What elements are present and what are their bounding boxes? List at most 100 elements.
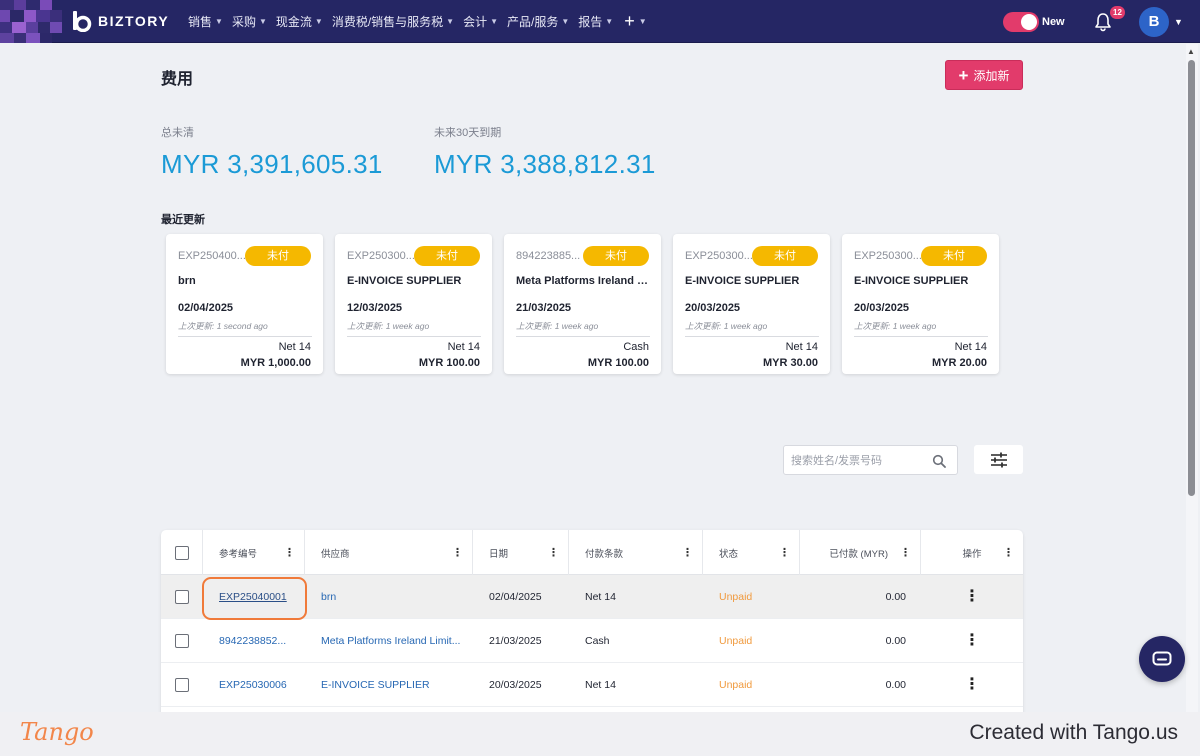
due-30-days-summary: 未来30天到期 MYR 3,388,812.31 [434,124,656,180]
recent-expense-card[interactable]: EXP250300... 未付 E-INVOICE SUPPLIER 20/03… [673,234,830,374]
card-payment-term: Net 14 [278,341,311,353]
card-vendor: brn [178,275,196,287]
search-icon[interactable] [932,454,946,468]
column-menu-icon[interactable]: ⋮ [779,546,790,559]
row-payment-term: Net 14 [585,679,616,691]
card-vendor: Meta Platforms Ireland Li... [516,275,650,287]
row-select-cell [161,619,203,663]
row-date: 20/03/2025 [489,679,542,691]
table-row[interactable]: EXP25030006 E-INVOICE SUPPLIER 20/03/202… [161,663,1023,707]
column-header-label: 日期 [489,548,509,560]
card-amount: MYR 100.00 [587,357,649,369]
tango-footer: Tango Created with Tango.us [0,712,1200,756]
nav-item-sales[interactable]: 销售 ▼ [188,13,223,30]
more-options-icon[interactable]: ⋮ [964,677,980,693]
column-header-label: 参考编号 [219,548,258,560]
reference-link[interactable]: 8942238852... [219,635,286,647]
column-header-actions[interactable]: 操作 ⋮ [921,530,1023,575]
reference-link[interactable]: EXP25030006 [219,679,287,691]
row-checkbox[interactable] [175,634,189,648]
created-with-tango-text: Created with Tango.us [969,721,1178,744]
nav-quick-add-button[interactable]: + ▼ [624,11,646,32]
chat-icon [1152,651,1172,666]
card-amount: MYR 30.00 [762,357,818,369]
column-menu-icon[interactable]: ⋮ [452,546,463,559]
nav-item-label: 会计 [463,15,488,29]
column-menu-icon[interactable]: ⋮ [548,546,559,559]
column-menu-icon[interactable]: ⋮ [284,546,295,559]
new-ui-toggle[interactable] [1003,12,1039,32]
card-vendor: E-INVOICE SUPPLIER [685,275,800,287]
recent-updates-title: 最近更新 [161,214,205,226]
column-header-label: 付款条款 [585,548,624,560]
card-reference: 894223885... [516,250,581,262]
card-date: 12/03/2025 [347,302,403,314]
chevron-down-icon: ▼ [561,17,570,26]
card-date: 21/03/2025 [516,302,572,314]
nav-item-label: 现金流 [275,15,312,29]
column-menu-icon[interactable]: ⋮ [682,546,693,559]
scroll-up-arrow-icon[interactable]: ▲ [1187,47,1195,56]
vendor-link[interactable]: Meta Platforms Ireland Limit... [321,635,460,647]
filter-button[interactable] [974,445,1023,474]
column-header-reference[interactable]: 参考编号 ⋮ [203,530,305,575]
nav-item-label: 报告 [578,15,603,29]
card-payment-term: Cash [623,341,649,353]
nav-item-accounting[interactable]: 会计 ▼ [463,13,498,30]
column-header-label: 状态 [719,548,739,560]
nav-item-tax[interactable]: 消费税/销售与服务税 ▼ [332,13,454,30]
row-vendor-cell: E-INVOICE SUPPLIER [321,663,471,707]
recent-expense-card[interactable]: EXP250400... 未付 brn 02/04/2025 上次更新: 1 s… [166,234,323,374]
nav-item-reports[interactable]: 报告 ▼ [578,13,613,30]
chevron-down-icon: ▼ [605,17,614,26]
more-options-icon[interactable]: ⋮ [964,589,980,605]
recent-expense-card[interactable]: EXP250300... 未付 E-INVOICE SUPPLIER 12/03… [335,234,492,374]
row-payment-term: Net 14 [585,591,616,603]
card-payment-term: Net 14 [954,341,987,353]
search-input[interactable] [791,452,931,469]
column-header-date[interactable]: 日期 ⋮ [473,530,569,575]
table-header: 参考编号 ⋮ 供应商 ⋮ 日期 ⋮ 付款条款 ⋮ 状态 ⋮ 已付款 (MYR) … [161,530,1023,575]
row-checkbox[interactable] [175,590,189,604]
row-reference-cell: EXP25030006 [219,663,287,707]
row-checkbox[interactable] [175,678,189,692]
status-badge: 未付 [583,246,649,266]
total-outstanding-label: 总未清 [161,127,194,139]
column-header-paid[interactable]: 已付款 (MYR) ⋮ [800,530,921,575]
tango-logo: Tango [20,718,94,746]
search-box [783,445,958,475]
nav-item-purchases[interactable]: 采购 ▼ [232,13,267,30]
column-header-status[interactable]: 状态 ⋮ [703,530,800,575]
vendor-link[interactable]: E-INVOICE SUPPLIER [321,679,430,691]
card-amount: MYR 100.00 [418,357,480,369]
page-title: 费用 [161,71,194,88]
recent-expense-card[interactable]: EXP250300... 未付 E-INVOICE SUPPLIER 20/03… [842,234,999,374]
column-menu-icon[interactable]: ⋮ [1003,546,1014,559]
nav-item-cashflow[interactable]: 现金流 ▼ [276,13,323,30]
add-new-expense-button[interactable]: + 添加新 [945,60,1023,90]
card-payment-term: Net 14 [785,341,818,353]
vendor-link[interactable]: brn [321,591,336,603]
chevron-down-icon: ▼ [490,17,499,26]
tango-click-highlight [202,577,307,620]
nav-item-label: 消费税/销售与服务税 [331,15,444,29]
column-header-payment-terms[interactable]: 付款条款 ⋮ [569,530,703,575]
user-avatar[interactable]: B [1139,7,1169,37]
chevron-down-icon[interactable]: ▼ [1174,17,1183,27]
recent-expense-card[interactable]: 894223885... 未付 Meta Platforms Ireland L… [504,234,661,374]
card-reference: EXP250300... [347,250,415,262]
card-last-updated: 上次更新: 1 week ago [685,320,819,337]
card-reference: EXP250300... [685,250,753,262]
row-select-cell [161,575,203,619]
row-select-cell [161,663,203,707]
table-row[interactable]: 8942238852... Meta Platforms Ireland Lim… [161,619,1023,663]
nav-item-products[interactable]: 产品/服务 ▼ [507,13,569,30]
brand-logo[interactable]: BIZTORY [70,10,169,32]
column-header-vendor[interactable]: 供应商 ⋮ [305,530,473,575]
row-status: Unpaid [719,635,753,647]
more-options-icon[interactable]: ⋮ [964,633,980,649]
chat-support-button[interactable] [1139,636,1185,682]
select-all-checkbox[interactable] [174,545,189,560]
scrollbar-thumb[interactable] [1188,60,1195,496]
column-menu-icon[interactable]: ⋮ [900,546,911,559]
